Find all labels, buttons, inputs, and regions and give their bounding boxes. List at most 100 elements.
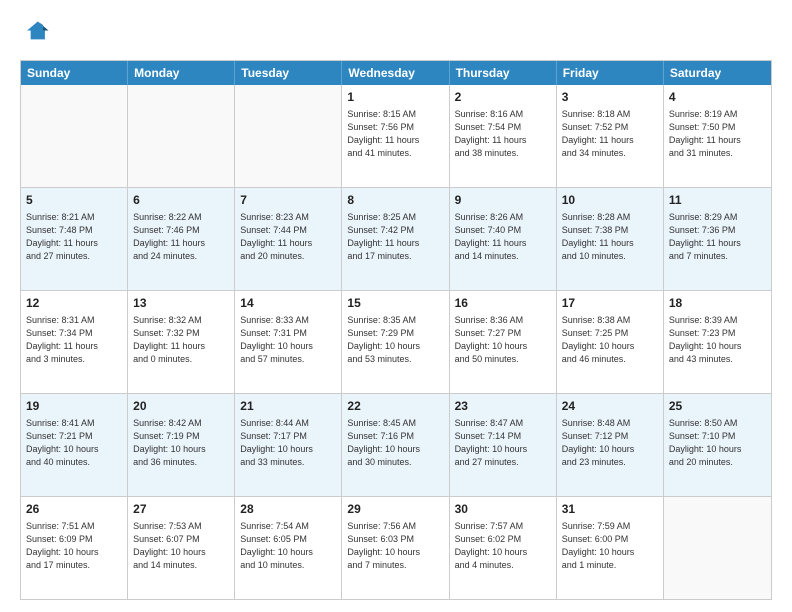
- day-info: Sunrise: 8:32 AM Sunset: 7:32 PM Dayligh…: [133, 314, 229, 366]
- day-info: Sunrise: 7:54 AM Sunset: 6:05 PM Dayligh…: [240, 520, 336, 572]
- day-cell-11: 11 Sunrise: 8:29 AM Sunset: 7:36 PM Dayli…: [664, 188, 771, 290]
- day-info: Sunrise: 8:42 AM Sunset: 7:19 PM Dayligh…: [133, 417, 229, 469]
- logo: [20, 18, 56, 50]
- day-cell-15: 15Sunrise: 8:35 AM Sunset: 7:29 PM Dayli…: [342, 291, 449, 393]
- day-number: 8: [347, 192, 443, 209]
- day-info: Sunrise: 8:25 AM Sunset: 7:42 PM Dayligh…: [347, 211, 443, 263]
- day-number: 18: [669, 295, 766, 312]
- empty-cell: [128, 85, 235, 187]
- day-info: Sunrise: 8:22 AM Sunset: 7:46 PM Dayligh…: [133, 211, 229, 263]
- day-info: Sunrise: 7:59 AM Sunset: 6:00 PM Dayligh…: [562, 520, 658, 572]
- day-number: 6: [133, 192, 229, 209]
- day-number: 30: [455, 501, 551, 518]
- day-cell-3: 3Sunrise: 8:18 AM Sunset: 7:52 PM Daylig…: [557, 85, 664, 187]
- day-number: 13: [133, 295, 229, 312]
- header-day-wednesday: Wednesday: [342, 61, 449, 85]
- day-info: Sunrise: 8:44 AM Sunset: 7:17 PM Dayligh…: [240, 417, 336, 469]
- day-info: Sunrise: 8:39 AM Sunset: 7:23 PM Dayligh…: [669, 314, 766, 366]
- day-number: 10: [562, 192, 658, 209]
- day-cell-1: 1 Sunrise: 8:15 AM Sunset: 7:56 PM Daylig…: [342, 85, 449, 187]
- day-info: Sunrise: 8:15 AM Sunset: 7:56 PM Dayligh…: [347, 108, 443, 160]
- day-cell-17: 17 Sunrise: 8:38 AM Sunset: 7:25 PM Dayli…: [557, 291, 664, 393]
- calendar-row-4: 26 Sunrise: 7:51 AM Sunset: 6:09 PM Dayli…: [21, 496, 771, 599]
- header-day-monday: Monday: [128, 61, 235, 85]
- empty-cell: [235, 85, 342, 187]
- day-number: 15: [347, 295, 443, 312]
- day-info: Sunrise: 8:31 AM Sunset: 7:34 PM Dayligh…: [26, 314, 122, 366]
- day-info: Sunrise: 8:21 AM Sunset: 7:48 PM Dayligh…: [26, 211, 122, 263]
- day-cell-12: 12 Sunrise: 8:31 AM Sunset: 7:34 PM Dayli…: [21, 291, 128, 393]
- day-info: Sunrise: 8:47 AM Sunset: 7:14 PM Dayligh…: [455, 417, 551, 469]
- day-info: Sunrise: 7:57 AM Sunset: 6:02 PM Dayligh…: [455, 520, 551, 572]
- day-cell-2: 2Sunrise: 8:16 AM Sunset: 7:54 PM Daylig…: [450, 85, 557, 187]
- day-info: Sunrise: 8:33 AM Sunset: 7:31 PM Dayligh…: [240, 314, 336, 366]
- page: SundayMondayTuesdayWednesdayThursdayFrid…: [0, 0, 792, 612]
- day-info: Sunrise: 8:26 AM Sunset: 7:40 PM Dayligh…: [455, 211, 551, 263]
- day-cell-31: 31 Sunrise: 7:59 AM Sunset: 6:00 PM Dayli…: [557, 497, 664, 599]
- day-cell-13: 13 Sunrise: 8:32 AM Sunset: 7:32 PM Dayli…: [128, 291, 235, 393]
- day-info: Sunrise: 8:45 AM Sunset: 7:16 PM Dayligh…: [347, 417, 443, 469]
- day-cell-29: 29 Sunrise: 7:56 AM Sunset: 6:03 PM Dayli…: [342, 497, 449, 599]
- day-cell-27: 27 Sunrise: 7:53 AM Sunset: 6:07 PM Dayli…: [128, 497, 235, 599]
- day-cell-25: 25Sunrise: 8:50 AM Sunset: 7:10 PM Dayli…: [664, 394, 771, 496]
- day-number: 22: [347, 398, 443, 415]
- day-number: 16: [455, 295, 551, 312]
- day-cell-14: 14 Sunrise: 8:33 AM Sunset: 7:31 PM Dayli…: [235, 291, 342, 393]
- day-info: Sunrise: 8:18 AM Sunset: 7:52 PM Dayligh…: [562, 108, 658, 160]
- day-cell-20: 20Sunrise: 8:42 AM Sunset: 7:19 PM Dayli…: [128, 394, 235, 496]
- calendar-row-0: 1 Sunrise: 8:15 AM Sunset: 7:56 PM Daylig…: [21, 85, 771, 187]
- header-day-saturday: Saturday: [664, 61, 771, 85]
- calendar: SundayMondayTuesdayWednesdayThursdayFrid…: [20, 60, 772, 600]
- day-info: Sunrise: 7:51 AM Sunset: 6:09 PM Dayligh…: [26, 520, 122, 572]
- day-number: 31: [562, 501, 658, 518]
- header-day-tuesday: Tuesday: [235, 61, 342, 85]
- day-info: Sunrise: 8:23 AM Sunset: 7:44 PM Dayligh…: [240, 211, 336, 263]
- day-number: 27: [133, 501, 229, 518]
- day-number: 14: [240, 295, 336, 312]
- calendar-row-1: 5 Sunrise: 8:21 AM Sunset: 7:48 PM Daylig…: [21, 187, 771, 290]
- day-number: 17: [562, 295, 658, 312]
- day-cell-5: 5 Sunrise: 8:21 AM Sunset: 7:48 PM Daylig…: [21, 188, 128, 290]
- calendar-body: 1 Sunrise: 8:15 AM Sunset: 7:56 PM Daylig…: [21, 85, 771, 599]
- day-cell-23: 23 Sunrise: 8:47 AM Sunset: 7:14 PM Dayli…: [450, 394, 557, 496]
- calendar-header: SundayMondayTuesdayWednesdayThursdayFrid…: [21, 61, 771, 85]
- day-cell-21: 21 Sunrise: 8:44 AM Sunset: 7:17 PM Dayli…: [235, 394, 342, 496]
- day-number: 25: [669, 398, 766, 415]
- day-number: 26: [26, 501, 122, 518]
- day-number: 19: [26, 398, 122, 415]
- day-cell-22: 22 Sunrise: 8:45 AM Sunset: 7:16 PM Dayli…: [342, 394, 449, 496]
- day-number: 5: [26, 192, 122, 209]
- header-day-friday: Friday: [557, 61, 664, 85]
- day-cell-10: 10Sunrise: 8:28 AM Sunset: 7:38 PM Dayli…: [557, 188, 664, 290]
- day-cell-26: 26 Sunrise: 7:51 AM Sunset: 6:09 PM Dayli…: [21, 497, 128, 599]
- day-info: Sunrise: 7:56 AM Sunset: 6:03 PM Dayligh…: [347, 520, 443, 572]
- day-number: 1: [347, 89, 443, 106]
- empty-cell: [664, 497, 771, 599]
- day-cell-19: 19 Sunrise: 8:41 AM Sunset: 7:21 PM Dayli…: [21, 394, 128, 496]
- day-cell-6: 6 Sunrise: 8:22 AM Sunset: 7:46 PM Daylig…: [128, 188, 235, 290]
- day-cell-30: 30 Sunrise: 7:57 AM Sunset: 6:02 PM Dayli…: [450, 497, 557, 599]
- day-number: 24: [562, 398, 658, 415]
- day-cell-28: 28Sunrise: 7:54 AM Sunset: 6:05 PM Dayli…: [235, 497, 342, 599]
- day-number: 9: [455, 192, 551, 209]
- day-info: Sunrise: 8:36 AM Sunset: 7:27 PM Dayligh…: [455, 314, 551, 366]
- day-cell-4: 4Sunrise: 8:19 AM Sunset: 7:50 PM Daylig…: [664, 85, 771, 187]
- day-info: Sunrise: 8:29 AM Sunset: 7:36 PM Dayligh…: [669, 211, 766, 263]
- day-info: Sunrise: 8:38 AM Sunset: 7:25 PM Dayligh…: [562, 314, 658, 366]
- day-number: 23: [455, 398, 551, 415]
- day-cell-16: 16 Sunrise: 8:36 AM Sunset: 7:27 PM Dayli…: [450, 291, 557, 393]
- day-number: 29: [347, 501, 443, 518]
- header-day-thursday: Thursday: [450, 61, 557, 85]
- day-cell-18: 18 Sunrise: 8:39 AM Sunset: 7:23 PM Dayli…: [664, 291, 771, 393]
- day-number: 12: [26, 295, 122, 312]
- day-number: 4: [669, 89, 766, 106]
- logo-icon: [20, 18, 52, 50]
- day-cell-9: 9 Sunrise: 8:26 AM Sunset: 7:40 PM Daylig…: [450, 188, 557, 290]
- day-cell-8: 8 Sunrise: 8:25 AM Sunset: 7:42 PM Daylig…: [342, 188, 449, 290]
- day-info: Sunrise: 7:53 AM Sunset: 6:07 PM Dayligh…: [133, 520, 229, 572]
- day-cell-7: 7Sunrise: 8:23 AM Sunset: 7:44 PM Daylig…: [235, 188, 342, 290]
- header: [20, 18, 772, 50]
- day-number: 11: [669, 192, 766, 209]
- day-info: Sunrise: 8:41 AM Sunset: 7:21 PM Dayligh…: [26, 417, 122, 469]
- day-number: 21: [240, 398, 336, 415]
